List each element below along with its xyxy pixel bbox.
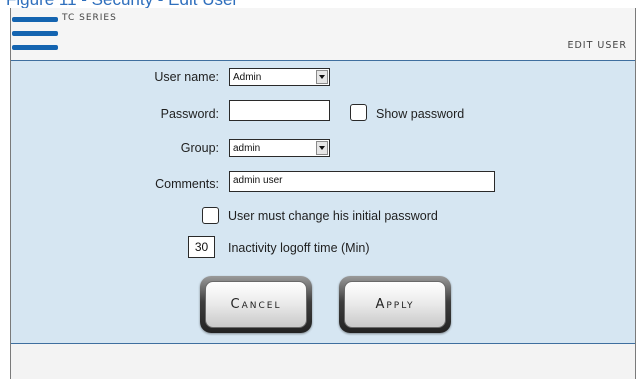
user-name-select[interactable]: Admin: [229, 68, 330, 86]
group-select[interactable]: admin: [229, 139, 330, 157]
chevron-down-icon[interactable]: [316, 70, 328, 84]
apply-button-label: Apply: [344, 281, 446, 328]
must-change-password-label: User must change his initial password: [228, 209, 438, 223]
group-label: Group:: [180, 141, 219, 155]
footer-bar: [11, 344, 635, 379]
password-field[interactable]: [229, 100, 330, 121]
header-bar: TC SERIES EDIT USER: [11, 8, 635, 60]
comments-label: Comments:: [155, 177, 219, 191]
inactivity-time-label: Inactivity logoff time (Min): [228, 241, 370, 255]
app-window: TC SERIES EDIT USER User name: Admin Pas…: [10, 8, 636, 379]
series-label: TC SERIES: [62, 13, 117, 23]
group-value: admin: [233, 143, 261, 154]
edit-user-panel: User name: Admin Password: Show password…: [11, 60, 635, 344]
chevron-down-icon[interactable]: [316, 141, 328, 155]
show-password-checkbox[interactable]: [350, 104, 367, 121]
hamburger-menu-icon[interactable]: [12, 17, 58, 51]
cancel-button[interactable]: Cancel: [200, 276, 312, 333]
apply-button[interactable]: Apply: [339, 276, 451, 333]
comments-field[interactable]: admin user: [229, 171, 495, 192]
password-label: Password:: [160, 107, 219, 121]
cancel-button-label: Cancel: [205, 281, 307, 328]
user-name-value: Admin: [233, 72, 262, 83]
show-password-label: Show password: [376, 107, 465, 121]
user-name-label: User name:: [154, 70, 219, 84]
inactivity-time-field[interactable]: 30: [188, 236, 215, 258]
screen-title: EDIT USER: [567, 40, 627, 51]
must-change-password-checkbox[interactable]: [202, 207, 219, 224]
